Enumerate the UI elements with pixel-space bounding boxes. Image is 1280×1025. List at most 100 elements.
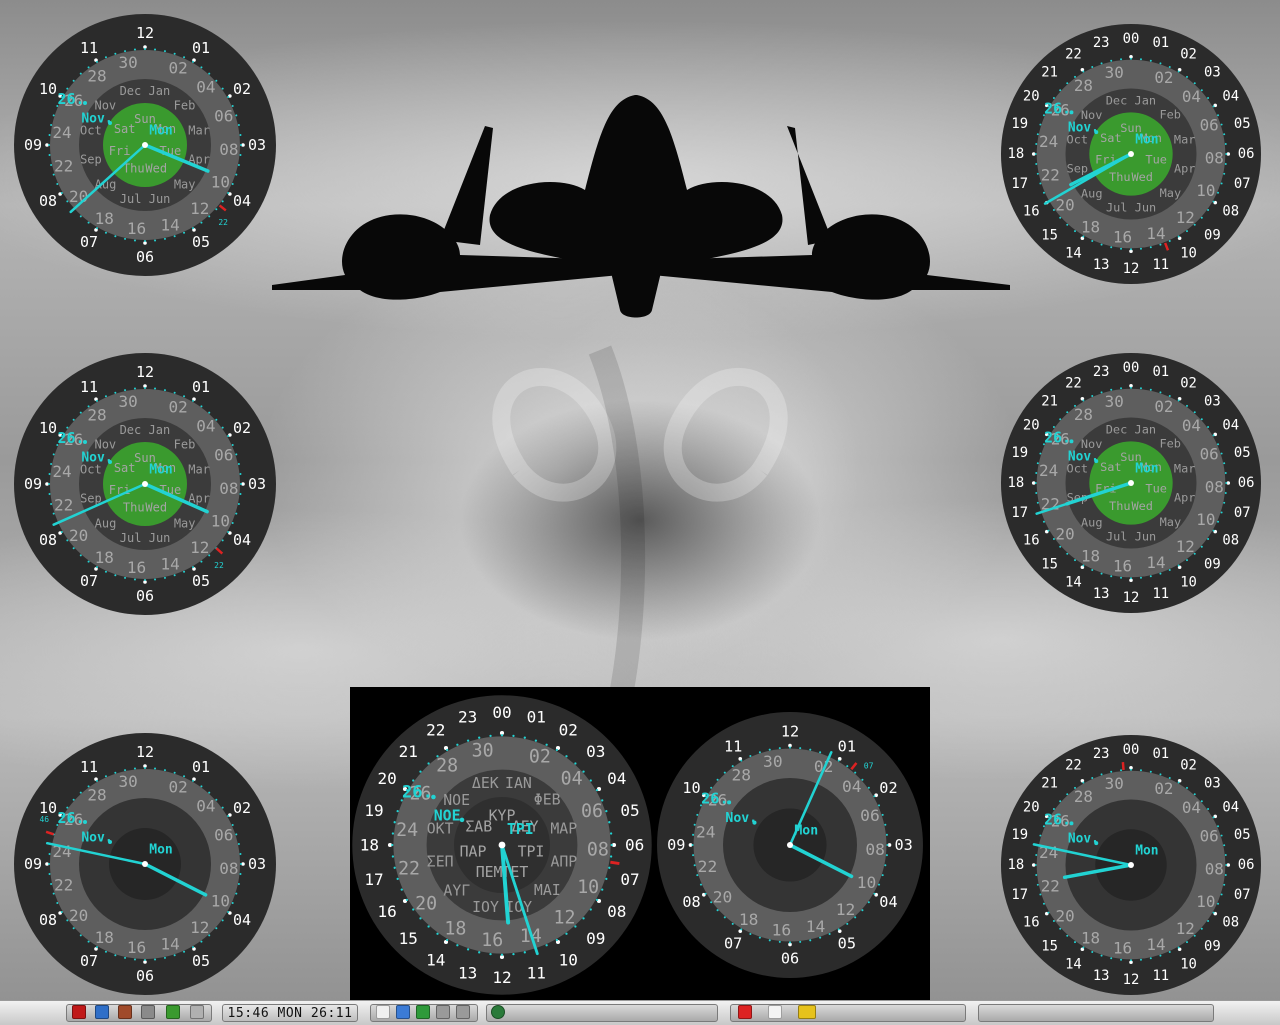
minute-dot: [200, 785, 203, 788]
hour-numeral: 05: [192, 233, 210, 251]
alarm-label: 46: [39, 815, 49, 824]
hour-numeral: 11: [527, 964, 546, 983]
hour-numeral: 23: [1093, 746, 1110, 762]
month-label: Mar: [1174, 133, 1195, 147]
minute-dot: [1177, 399, 1180, 402]
minute-dot: [884, 864, 887, 867]
folder-icon[interactable]: [798, 1005, 816, 1019]
minute-dot: [239, 472, 242, 475]
month-label: Jan: [149, 423, 171, 437]
manual-icon[interactable]: [376, 1005, 390, 1019]
minute-dot: [393, 866, 396, 869]
hour-numeral: 09: [24, 136, 42, 154]
minute-dot: [846, 922, 849, 925]
minute-dot: [1074, 230, 1076, 233]
minute-dot: [582, 917, 585, 920]
date-numeral: 18: [444, 918, 466, 939]
minute-dot: [163, 50, 166, 53]
hour-numeral: 03: [895, 836, 913, 854]
weekday-indicator: Mon: [1135, 462, 1158, 477]
date-numeral: 10: [211, 511, 230, 530]
month-label: Jul: [1106, 530, 1127, 544]
minute-dot: [1120, 576, 1123, 579]
minute-dot: [699, 883, 702, 886]
minute-dot: [1100, 572, 1103, 575]
hour-numeral: 11: [80, 378, 98, 396]
wifi-icon[interactable]: [436, 1005, 450, 1019]
hour-numeral: 12: [781, 722, 799, 740]
hour-numeral: 06: [136, 248, 154, 266]
minute-dot: [72, 798, 75, 801]
date-numeral: 30: [1105, 392, 1124, 411]
hour-numeral: 03: [586, 742, 605, 761]
month-marker: [752, 820, 757, 825]
minute-dot: [221, 919, 224, 922]
hour-numeral: 04: [233, 192, 251, 210]
hour-numeral: 03: [1204, 776, 1221, 792]
minute-dot: [1159, 773, 1162, 776]
browser-icon[interactable]: [95, 1005, 109, 1019]
day-indicator: 26.: [701, 789, 729, 807]
font-icon[interactable]: [768, 1005, 782, 1019]
hour-numeral: 14: [1065, 575, 1082, 591]
minute-dot: [1212, 816, 1215, 819]
date-numeral: 20: [1056, 196, 1075, 215]
date-numeral: 20: [1056, 907, 1075, 926]
minute-dot: [154, 387, 157, 390]
network-icon[interactable]: [141, 1005, 155, 1019]
minute-dot: [1066, 411, 1069, 414]
minute-dot: [819, 936, 822, 939]
pen-icon[interactable]: [738, 1005, 752, 1019]
minute-dot: [1207, 426, 1210, 428]
hour-numeral: 03: [248, 855, 266, 873]
minute-dot: [200, 221, 203, 224]
update-icon[interactable]: [416, 1005, 430, 1019]
alarm-label: 22: [214, 561, 224, 570]
minute-dot: [582, 770, 585, 773]
minute-dot: [1059, 89, 1062, 92]
hour-numeral: 22: [426, 721, 445, 740]
minute-dot: [1059, 800, 1062, 803]
date-numeral: 30: [1105, 63, 1124, 82]
taskbar-clock[interactable]: 15:46 MON 26:11: [222, 1004, 358, 1022]
hour-numeral: 13: [1093, 968, 1110, 984]
minute-dot: [227, 911, 230, 913]
date-numeral: 28: [87, 406, 106, 425]
dropbox-icon[interactable]: [396, 1005, 410, 1019]
day-marker: [431, 794, 436, 800]
editor-icon[interactable]: [190, 1005, 204, 1019]
minute-dot: [716, 909, 719, 912]
package-icon[interactable]: [166, 1005, 180, 1019]
hour-numeral: 09: [1204, 227, 1221, 243]
minute-dot: [396, 809, 399, 813]
minute-dot: [1223, 501, 1226, 504]
month-label: Jan: [1135, 93, 1156, 107]
month-label: Dec: [1106, 422, 1127, 436]
hour-numeral: 11: [80, 758, 98, 776]
minute-dot: [52, 453, 55, 456]
minute-dot: [215, 418, 218, 421]
terminal-icon[interactable]: [72, 1005, 86, 1019]
minute-dot: [1168, 951, 1171, 954]
printer-icon[interactable]: [118, 1005, 132, 1019]
weekday-indicator: Mon: [1135, 133, 1158, 148]
hour-numeral: 21: [1041, 65, 1058, 81]
weekday-label: Fri: [109, 144, 131, 158]
hour-numeral: 18: [1008, 475, 1025, 491]
month-indicator: Nov.: [1068, 832, 1099, 847]
minute-dot: [48, 472, 51, 475]
minute-dot: [173, 52, 176, 55]
minute-dot: [183, 231, 186, 234]
date-numeral: 14: [1146, 935, 1165, 954]
app-icon: [491, 1005, 505, 1019]
hour-numeral: 07: [80, 952, 98, 970]
volume-icon[interactable]: [456, 1005, 470, 1019]
date-numeral: 24: [52, 462, 71, 481]
hour-numeral: 09: [1204, 556, 1221, 572]
minute-dot: [391, 855, 395, 858]
date-numeral: 24: [1039, 132, 1058, 151]
hour-numeral: 00: [492, 703, 511, 722]
month-label: Mar: [1174, 462, 1195, 476]
task-button[interactable]: [486, 1004, 718, 1022]
date-numeral: 02: [168, 397, 187, 416]
